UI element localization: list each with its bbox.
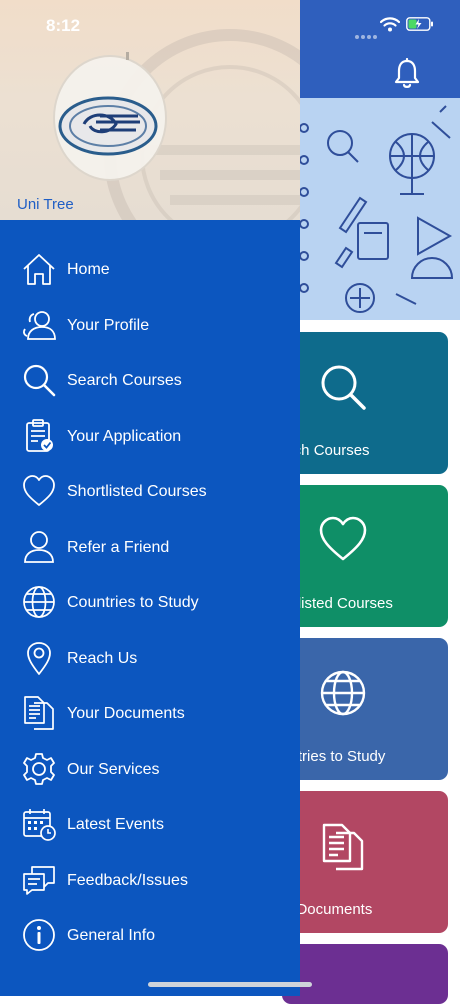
menu-item-label: Our Services <box>67 760 160 778</box>
search-icon <box>321 365 366 410</box>
menu-item-countries-to-study[interactable]: Countries to Study <box>0 575 300 631</box>
menu-item-label: Reach Us <box>67 649 138 667</box>
menu-item-refer-a-friend[interactable]: Refer a Friend <box>0 520 300 576</box>
menu-item-your-profile[interactable]: Your Profile <box>0 298 300 354</box>
home-icon <box>23 254 55 285</box>
menu-item-label: Refer a Friend <box>67 538 170 556</box>
brand-name: Uni Tree <box>17 196 74 213</box>
heart-icon <box>23 475 55 506</box>
cellular-signal-icon <box>355 26 379 44</box>
chat-icon <box>23 865 55 895</box>
globe-icon <box>320 670 366 716</box>
menu-item-your-documents[interactable]: Your Documents <box>0 686 300 742</box>
menu-item-our-services[interactable]: Our Services <box>0 742 300 798</box>
banner-illustration <box>300 98 460 320</box>
your-documents-tile[interactable]: Your Documents <box>282 791 448 933</box>
menu-item-label: Feedback/Issues <box>67 871 188 889</box>
wifi-icon <box>380 17 400 32</box>
drawer-menu: Home Your Profile Search Courses Your Ap… <box>0 242 300 964</box>
menu-item-your-application[interactable]: Your Application <box>0 409 300 465</box>
navigation-drawer: Uni Tree Home Your Profile Search Course… <box>0 0 300 996</box>
menu-item-shortlisted-courses[interactable]: Shortlisted Courses <box>0 464 300 520</box>
menu-item-latest-events[interactable]: Latest Events <box>0 797 300 853</box>
countries-to-study-tile[interactable]: Countries to Study <box>282 638 448 780</box>
user-icon <box>24 530 54 563</box>
documents-icon <box>322 823 364 871</box>
status-bar: 8:12 <box>0 0 460 50</box>
battery-charging-icon <box>406 17 433 31</box>
calendar-icon <box>23 809 56 841</box>
menu-item-general-info[interactable]: General Info <box>0 908 300 964</box>
profile-icon <box>23 310 56 340</box>
menu-item-home[interactable]: Home <box>0 242 300 298</box>
status-time: 8:12 <box>46 16 81 35</box>
heart-icon <box>319 516 367 561</box>
gear-icon <box>23 752 55 785</box>
next-tile[interactable] <box>282 944 448 1004</box>
clipboard-icon <box>26 418 53 452</box>
menu-item-label: Latest Events <box>67 816 164 833</box>
menu-item-label: Your Documents <box>67 705 185 722</box>
shortlisted-courses-tile[interactable]: Shortlisted Courses <box>282 485 448 627</box>
menu-item-feedback-issues[interactable]: Feedback/Issues <box>0 853 300 909</box>
location-pin-icon <box>27 641 51 675</box>
menu-item-label: General Info <box>67 927 156 944</box>
menu-item-label: Search Courses <box>67 372 182 389</box>
menu-item-label: Home <box>67 261 110 278</box>
menu-item-label: Your Profile <box>67 316 150 334</box>
menu-item-reach-us[interactable]: Reach Us <box>0 631 300 687</box>
search-icon <box>23 364 56 397</box>
search-courses-tile[interactable]: Search Courses <box>282 332 448 474</box>
globe-icon <box>23 586 55 618</box>
menu-item-search-courses[interactable]: Search Courses <box>0 353 300 409</box>
menu-item-label: Countries to Study <box>67 594 199 611</box>
info-icon <box>23 919 55 951</box>
home-indicator[interactable] <box>148 982 312 987</box>
menu-item-label: Your Application <box>67 427 182 445</box>
bell-icon[interactable] <box>392 58 422 90</box>
menu-item-label: Shortlisted Courses <box>67 483 207 500</box>
documents-icon <box>24 696 54 730</box>
